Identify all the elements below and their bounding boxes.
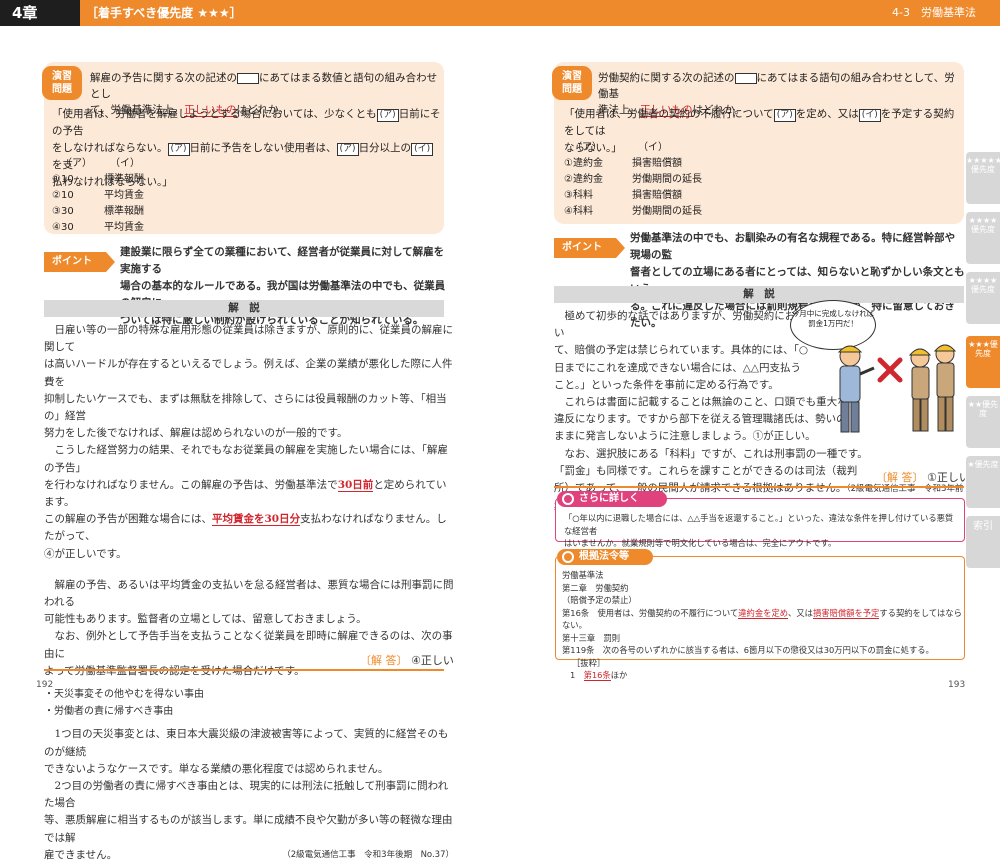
worker-figure (908, 348, 932, 432)
legal-basis-text: 労働基準法 第二章 労働契約 （賠償予定の禁止） 第16条 使用者は、労働契約の… (562, 570, 962, 681)
legal-basis-title: 根拠法令等 (557, 549, 653, 565)
tab-priority-4b[interactable]: ★★★★優先度 (966, 272, 1000, 324)
explanation-body-left: 日雇い等の一部の特殊な雇用形態の従業員は除きますが、原則的に、従業員の解雇に関し… (44, 324, 454, 861)
explanation-bar-left: 解 説 (44, 300, 444, 317)
option-item: ③30 標準報酬 (52, 206, 144, 217)
page-number-right: 193 (948, 680, 966, 690)
answer-left: 〔解 答〕 ④正しい (360, 654, 454, 667)
construction-illustration (837, 344, 957, 433)
legal-icon (562, 551, 574, 563)
option-item: ④30 平均賃金 (52, 222, 144, 233)
option-item: ①違約金 損害賠償額 (564, 158, 682, 169)
options-left: （ア） （イ） ①10 標準報酬 ②10 平均賃金 ③30 標準報酬 ④30 平均賃金 (52, 156, 144, 236)
point-label-left: ポイント (44, 252, 115, 272)
section-title: 4-3 労働基準法 (892, 6, 976, 19)
point-label-right: ポイント (554, 238, 625, 258)
option-item: ②違約金 労働期間の延長 (564, 174, 702, 185)
tab-priority-1[interactable]: ★優先度 (966, 456, 1000, 508)
boss-figure (837, 345, 875, 433)
page-number-left: 192 (36, 680, 54, 690)
exercise-label-right: 演習 問題 (552, 66, 592, 100)
option-item: ①10 標準報酬 (52, 174, 144, 185)
magnifier-icon (562, 493, 574, 505)
exercise-label-left: 演習 問題 (42, 66, 82, 100)
answer-line-right (554, 486, 964, 488)
x-mark-icon (877, 357, 903, 383)
tab-priority-2[interactable]: ★★優先度 (966, 396, 1000, 448)
more-detail-text: 「○年以内に退職した場合には、△△手当を返還すること。」といった、違法な条件を押… (564, 513, 954, 548)
option-item: ③科料 損害賠償額 (564, 190, 682, 201)
priority-label: ［着手すべき優先度 ★★★］ (86, 6, 242, 20)
tab-priority-4[interactable]: ★★★★優先度 (966, 212, 1000, 264)
explanation-bar-right: 解 説 (554, 286, 964, 303)
answer-line-left (44, 669, 444, 671)
chapter-label: 4章 (0, 0, 80, 26)
tab-priority-3[interactable]: ★★★優先度 (966, 336, 1000, 388)
option-item: ②10 平均賃金 (52, 190, 144, 201)
worker-figure (933, 344, 957, 432)
options-right: （ア） （イ） ①違約金 損害賠償額 ②違約金 労働期間の延長 ③科料 損害賠償額 ④科… (564, 140, 702, 220)
tab-priority-5[interactable]: ★★★★★優先度 (966, 152, 1000, 204)
option-item: ④科料 労働期間の延長 (564, 206, 702, 217)
more-detail-title: さらに詳しく (557, 491, 667, 507)
answer-right: 〔解 答〕 ①正しい (876, 471, 970, 484)
tab-index[interactable]: 索引 (966, 516, 1000, 568)
